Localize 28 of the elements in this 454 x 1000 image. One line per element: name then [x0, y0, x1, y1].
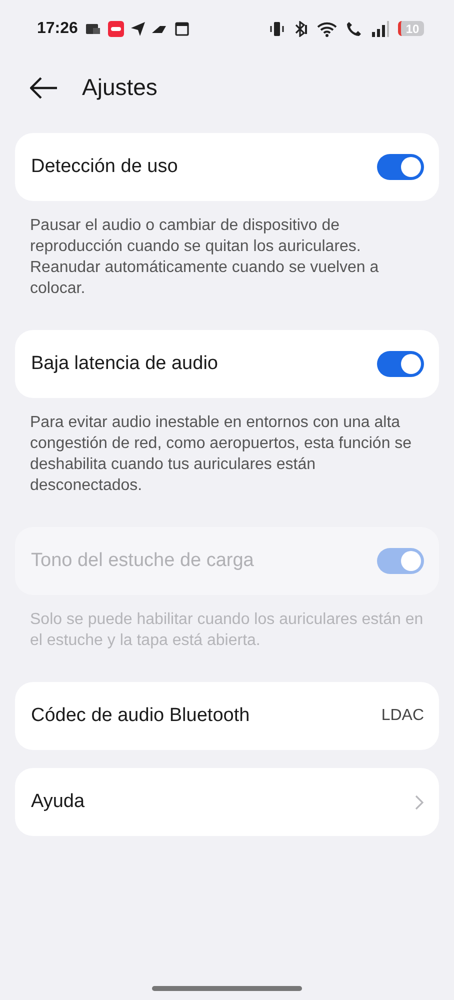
- clock: 17:26: [37, 20, 78, 38]
- setting-description: Pausar el audio o cambiar de dispositivo de reproducción cuando se quitan los auriculares. Reanudar automáticamente cuando se vuelven a colocar.: [30, 216, 380, 299]
- back-button[interactable]: [30, 76, 58, 98]
- vibrate-icon: [269, 20, 285, 36]
- send-icon: [130, 22, 145, 36]
- setting-label: Códec de audio Bluetooth: [31, 705, 250, 727]
- setting-value: LDAC: [381, 707, 424, 725]
- setting-label: Baja latencia de audio: [31, 353, 218, 375]
- setting-row[interactable]: Detección de uso: [15, 133, 439, 201]
- setting-description: Solo se puede habilitar cuando los auriculares están en el estuche y la tapa está abierta.: [30, 610, 424, 651]
- phone-icon: [346, 20, 362, 36]
- wifi-icon: [317, 20, 337, 36]
- setting-label: Ayuda: [31, 791, 85, 813]
- window-icon: [174, 22, 189, 36]
- setting-row[interactable]: Ayuda: [15, 768, 439, 836]
- bluetooth-icon: [294, 20, 308, 36]
- setting-row[interactable]: Baja latencia de audio: [15, 330, 439, 398]
- setting-description: Para evitar audio inestable en entornos con una alta congestión de red, como aeropuertos, esta función se deshabilita cuando tus auriculares están desconectados.: [30, 413, 413, 496]
- setting-label: Tono del estuche de carga: [31, 550, 254, 572]
- page-title: Ajustes: [82, 74, 158, 101]
- chevron-icon: [415, 794, 424, 810]
- toggle-switch[interactable]: [377, 351, 424, 377]
- setting-row[interactable]: Códec de audio Bluetooth LDAC: [15, 682, 439, 750]
- setting-label: Detección de uso: [31, 156, 178, 178]
- card-icon: [84, 22, 101, 36]
- signal-icon: [371, 20, 389, 36]
- toggle-switch[interactable]: [377, 154, 424, 180]
- app-icon: [108, 20, 124, 36]
